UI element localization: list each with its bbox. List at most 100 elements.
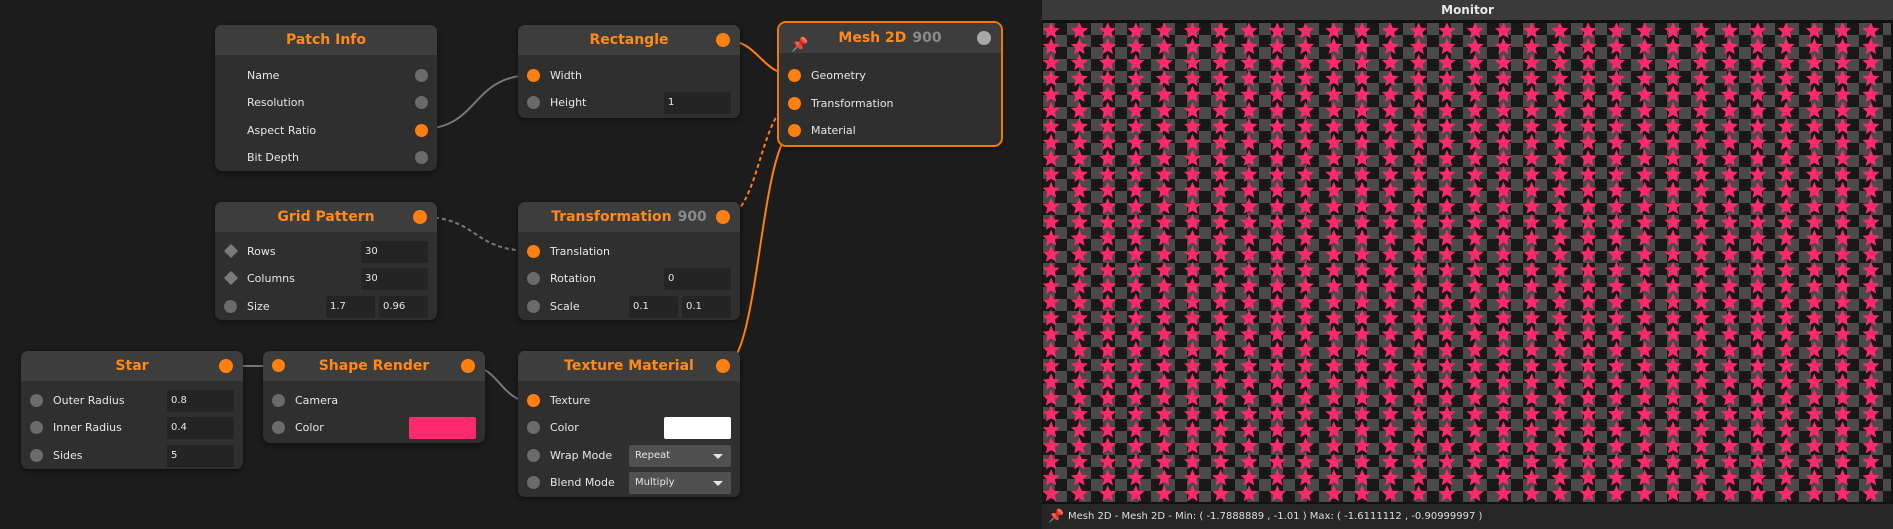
color-swatch[interactable] <box>409 417 476 439</box>
output-port[interactable] <box>716 33 730 47</box>
output-port-aspect-ratio[interactable] <box>415 124 428 137</box>
node-mesh-2d[interactable]: 📌 Mesh 2D 900 Geometry Transformation Mat… <box>777 21 1003 147</box>
input-port-transformation[interactable] <box>788 97 801 110</box>
port-label: Height <box>550 96 587 109</box>
sides-field[interactable]: 5 <box>167 445 234 467</box>
select-value: Multiply <box>635 477 675 488</box>
node-rectangle[interactable]: Rectangle Width Height 1 <box>518 25 740 118</box>
scale-y-field[interactable]: 0.1 <box>682 296 731 318</box>
rows-field[interactable]: 30 <box>361 241 428 263</box>
port-label: Transformation <box>811 97 894 110</box>
output-port[interactable] <box>716 359 730 373</box>
color-swatch[interactable] <box>664 417 731 439</box>
input-port-sides[interactable] <box>30 449 43 462</box>
input-row-color: Color <box>518 416 740 440</box>
port-label: Outer Radius <box>53 394 125 407</box>
node-header[interactable]: Rectangle <box>518 25 740 55</box>
input-port-size[interactable] <box>224 300 237 313</box>
node-title: Star <box>115 358 149 374</box>
input-port-color[interactable] <box>527 421 540 434</box>
output-row-name: Name <box>215 64 437 88</box>
output-port[interactable] <box>716 210 730 224</box>
output-port[interactable] <box>977 31 991 45</box>
input-port-material[interactable] <box>788 124 801 137</box>
input-row-sides: Sides 5 <box>21 444 243 468</box>
height-field[interactable]: 1 <box>664 92 731 114</box>
input-port-scale[interactable] <box>527 300 540 313</box>
monitor-panel: Monitor 📌 Mesh 2D - Mesh 2D - Min: ( -1.… <box>1042 0 1893 529</box>
input-port-camera[interactable] <box>272 394 285 407</box>
input-row-height: Height 1 <box>518 91 740 115</box>
node-transformation[interactable]: Transformation 900 Translation Rotation 0… <box>518 202 740 320</box>
input-row-material: Material <box>779 119 1001 143</box>
scale-x-field[interactable]: 0.1 <box>629 296 678 318</box>
size-x-field[interactable]: 1.7 <box>326 296 375 318</box>
output-port[interactable] <box>413 210 427 224</box>
input-port-wrap-mode[interactable] <box>527 449 540 462</box>
input-port-width[interactable] <box>527 69 540 82</box>
pin-icon[interactable]: 📌 <box>1048 504 1064 529</box>
size-y-field[interactable]: 0.96 <box>379 296 428 318</box>
node-star[interactable]: Star Outer Radius 0.8 Inner Radius 0.4 S… <box>21 351 243 469</box>
port-label: Scale <box>550 300 580 313</box>
output-port[interactable] <box>219 359 233 373</box>
input-row-width: Width <box>518 64 740 88</box>
monitor-title: Monitor <box>1042 0 1893 20</box>
input-port-outer-radius[interactable] <box>30 394 43 407</box>
pin-icon[interactable]: 📌 <box>791 30 808 60</box>
node-title: Shape Render <box>318 358 430 374</box>
input-port-height[interactable] <box>527 96 540 109</box>
inner-radius-field[interactable]: 0.4 <box>167 417 234 439</box>
node-header[interactable]: Grid Pattern <box>215 202 437 232</box>
node-header[interactable]: 📌 Mesh 2D 900 <box>779 23 1001 53</box>
port-label: Rows <box>247 245 276 258</box>
outer-radius-field[interactable]: 0.8 <box>167 390 234 412</box>
output-port-resolution[interactable] <box>415 96 428 109</box>
instance-count-badge: 900 <box>912 30 942 46</box>
node-header[interactable]: Texture Material <box>518 351 740 381</box>
input-port-inner-radius[interactable] <box>30 421 43 434</box>
wrap-mode-select[interactable]: Repeat <box>629 445 731 467</box>
port-label: Rotation <box>550 272 597 285</box>
input-port-columns[interactable] <box>223 270 239 286</box>
monitor-viewport[interactable] <box>1043 23 1891 502</box>
output-port-bit-depth[interactable] <box>415 151 428 164</box>
input-port-color[interactable] <box>272 421 285 434</box>
input-port-texture[interactable] <box>527 394 540 407</box>
node-title: Mesh 2D <box>838 30 907 46</box>
node-header[interactable]: Patch Info <box>215 25 437 55</box>
input-row-inner-radius: Inner Radius 0.4 <box>21 416 243 440</box>
port-label: Aspect Ratio <box>247 124 317 137</box>
input-row-rotation: Rotation 0 <box>518 267 740 291</box>
port-label: Geometry <box>811 69 866 82</box>
node-texture-material[interactable]: Texture Material Texture Color Wrap Mode… <box>518 351 740 497</box>
port-label: Columns <box>247 272 295 285</box>
rotation-field[interactable]: 0 <box>664 268 731 290</box>
input-port-blend-mode[interactable] <box>527 476 540 489</box>
node-shape-render[interactable]: Shape Render Camera Color <box>263 351 485 443</box>
node-grid-pattern[interactable]: Grid Pattern Rows 30 Columns 30 Size 1.7… <box>215 202 437 320</box>
instance-count-badge: 900 <box>677 209 707 225</box>
input-port-rows[interactable] <box>223 243 239 259</box>
input-port-geometry[interactable] <box>788 69 801 82</box>
node-header[interactable]: Transformation 900 <box>518 202 740 232</box>
output-port-name[interactable] <box>415 69 428 82</box>
input-port-shape[interactable] <box>272 359 285 372</box>
node-header[interactable]: Shape Render <box>263 351 485 381</box>
input-port-rotation[interactable] <box>527 272 540 285</box>
wire-aspect-to-width <box>420 74 534 130</box>
node-editor[interactable]: Patch Info Name Resolution Aspect Ratio … <box>0 0 1042 529</box>
status-text: Mesh 2D - Mesh 2D - Min: ( -1.7888889 , … <box>1068 511 1483 522</box>
blend-mode-select[interactable]: Multiply <box>629 472 731 494</box>
output-port[interactable] <box>461 359 475 373</box>
node-header[interactable]: Star <box>21 351 243 381</box>
monitor-status-bar: 📌 Mesh 2D - Mesh 2D - Min: ( -1.7888889 … <box>1042 504 1893 529</box>
output-row-aspect-ratio: Aspect Ratio <box>215 119 437 143</box>
port-label: Color <box>295 421 324 434</box>
port-label: Color <box>550 421 579 434</box>
input-port-translation[interactable] <box>527 245 540 258</box>
columns-field[interactable]: 30 <box>361 268 428 290</box>
input-row-size: Size 1.7 0.96 <box>215 295 437 319</box>
port-label: Camera <box>295 394 339 407</box>
node-patch-info[interactable]: Patch Info Name Resolution Aspect Ratio … <box>215 25 437 171</box>
